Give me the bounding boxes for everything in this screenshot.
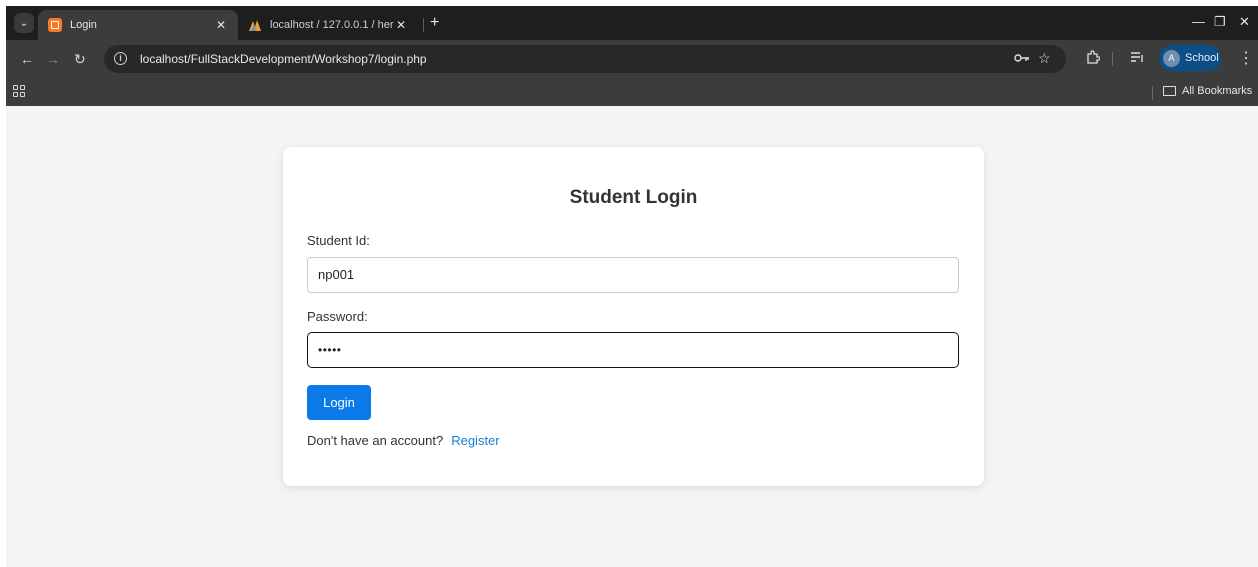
- student-id-label: Student Id:: [307, 233, 370, 248]
- xampp-favicon-icon: [48, 18, 62, 32]
- student-id-field[interactable]: np001: [307, 257, 959, 293]
- minimize-icon[interactable]: —: [1192, 14, 1205, 29]
- tab-title: localhost / 127.0.0.1 / herald_d: [270, 19, 394, 31]
- phpmyadmin-favicon-icon: [248, 18, 262, 32]
- register-prompt-text: Don't have an account?: [307, 433, 444, 448]
- password-field[interactable]: •••••: [307, 332, 959, 368]
- reading-list-icon[interactable]: [1130, 50, 1144, 67]
- address-bar[interactable]: i localhost/FullStackDevelopment/Worksho…: [104, 45, 1066, 73]
- tab-title: Login: [70, 19, 97, 31]
- register-prompt: Don't have an account? Register: [307, 433, 500, 448]
- tab-strip: ⌄ Login ✕ localhost / 127.0.0.1 / herald…: [6, 6, 1258, 40]
- toolbar-divider: [1112, 52, 1113, 66]
- tab-divider: [423, 18, 424, 32]
- all-bookmarks-label: All Bookmarks: [1182, 85, 1253, 97]
- bookmarks-divider: [1152, 86, 1153, 100]
- folder-icon: [1163, 86, 1176, 96]
- password-key-icon[interactable]: [1014, 51, 1030, 68]
- back-icon[interactable]: ←: [20, 50, 34, 68]
- profile-label: School: [1185, 52, 1219, 64]
- url-text[interactable]: localhost/FullStackDevelopment/Workshop7…: [140, 52, 427, 66]
- profile-button[interactable]: A School: [1159, 45, 1221, 71]
- bookmarks-bar: All Bookmarks: [6, 78, 1258, 106]
- password-label: Password:: [307, 309, 368, 324]
- tab-search-icon[interactable]: ⌄: [14, 13, 34, 33]
- tab-phpmyadmin[interactable]: localhost / 127.0.0.1 / herald_d ✕: [238, 10, 418, 40]
- extensions-icon[interactable]: [1086, 50, 1101, 67]
- forward-icon[interactable]: →: [46, 50, 60, 68]
- close-window-icon[interactable]: ✕: [1239, 14, 1250, 30]
- browser-toolbar: ← → ↻ i localhost/FullStackDevelopment/W…: [6, 40, 1258, 78]
- avatar: A: [1163, 49, 1180, 67]
- site-info-icon[interactable]: i: [114, 52, 127, 65]
- login-card: Student Login Student Id: np001 Password…: [283, 147, 984, 486]
- close-icon[interactable]: ✕: [394, 18, 408, 32]
- register-link[interactable]: Register: [451, 433, 499, 448]
- menu-icon[interactable]: ⋮: [1238, 48, 1254, 68]
- tab-login[interactable]: Login ✕: [38, 10, 238, 40]
- new-tab-icon[interactable]: +: [430, 15, 439, 31]
- restore-icon[interactable]: ❐: [1214, 14, 1226, 30]
- reload-icon[interactable]: ↻: [74, 50, 86, 68]
- login-button[interactable]: Login: [307, 385, 371, 420]
- password-masked-value: •••••: [318, 343, 342, 357]
- all-bookmarks-button[interactable]: All Bookmarks: [1163, 85, 1252, 97]
- page-viewport: Student Login Student Id: np001 Password…: [6, 106, 1258, 567]
- apps-icon[interactable]: [13, 85, 25, 97]
- browser-window: ⌄ Login ✕ localhost / 127.0.0.1 / herald…: [6, 6, 1258, 567]
- star-icon[interactable]: ☆: [1038, 50, 1051, 67]
- page-title: Student Login: [569, 187, 698, 208]
- close-icon[interactable]: ✕: [214, 18, 228, 32]
